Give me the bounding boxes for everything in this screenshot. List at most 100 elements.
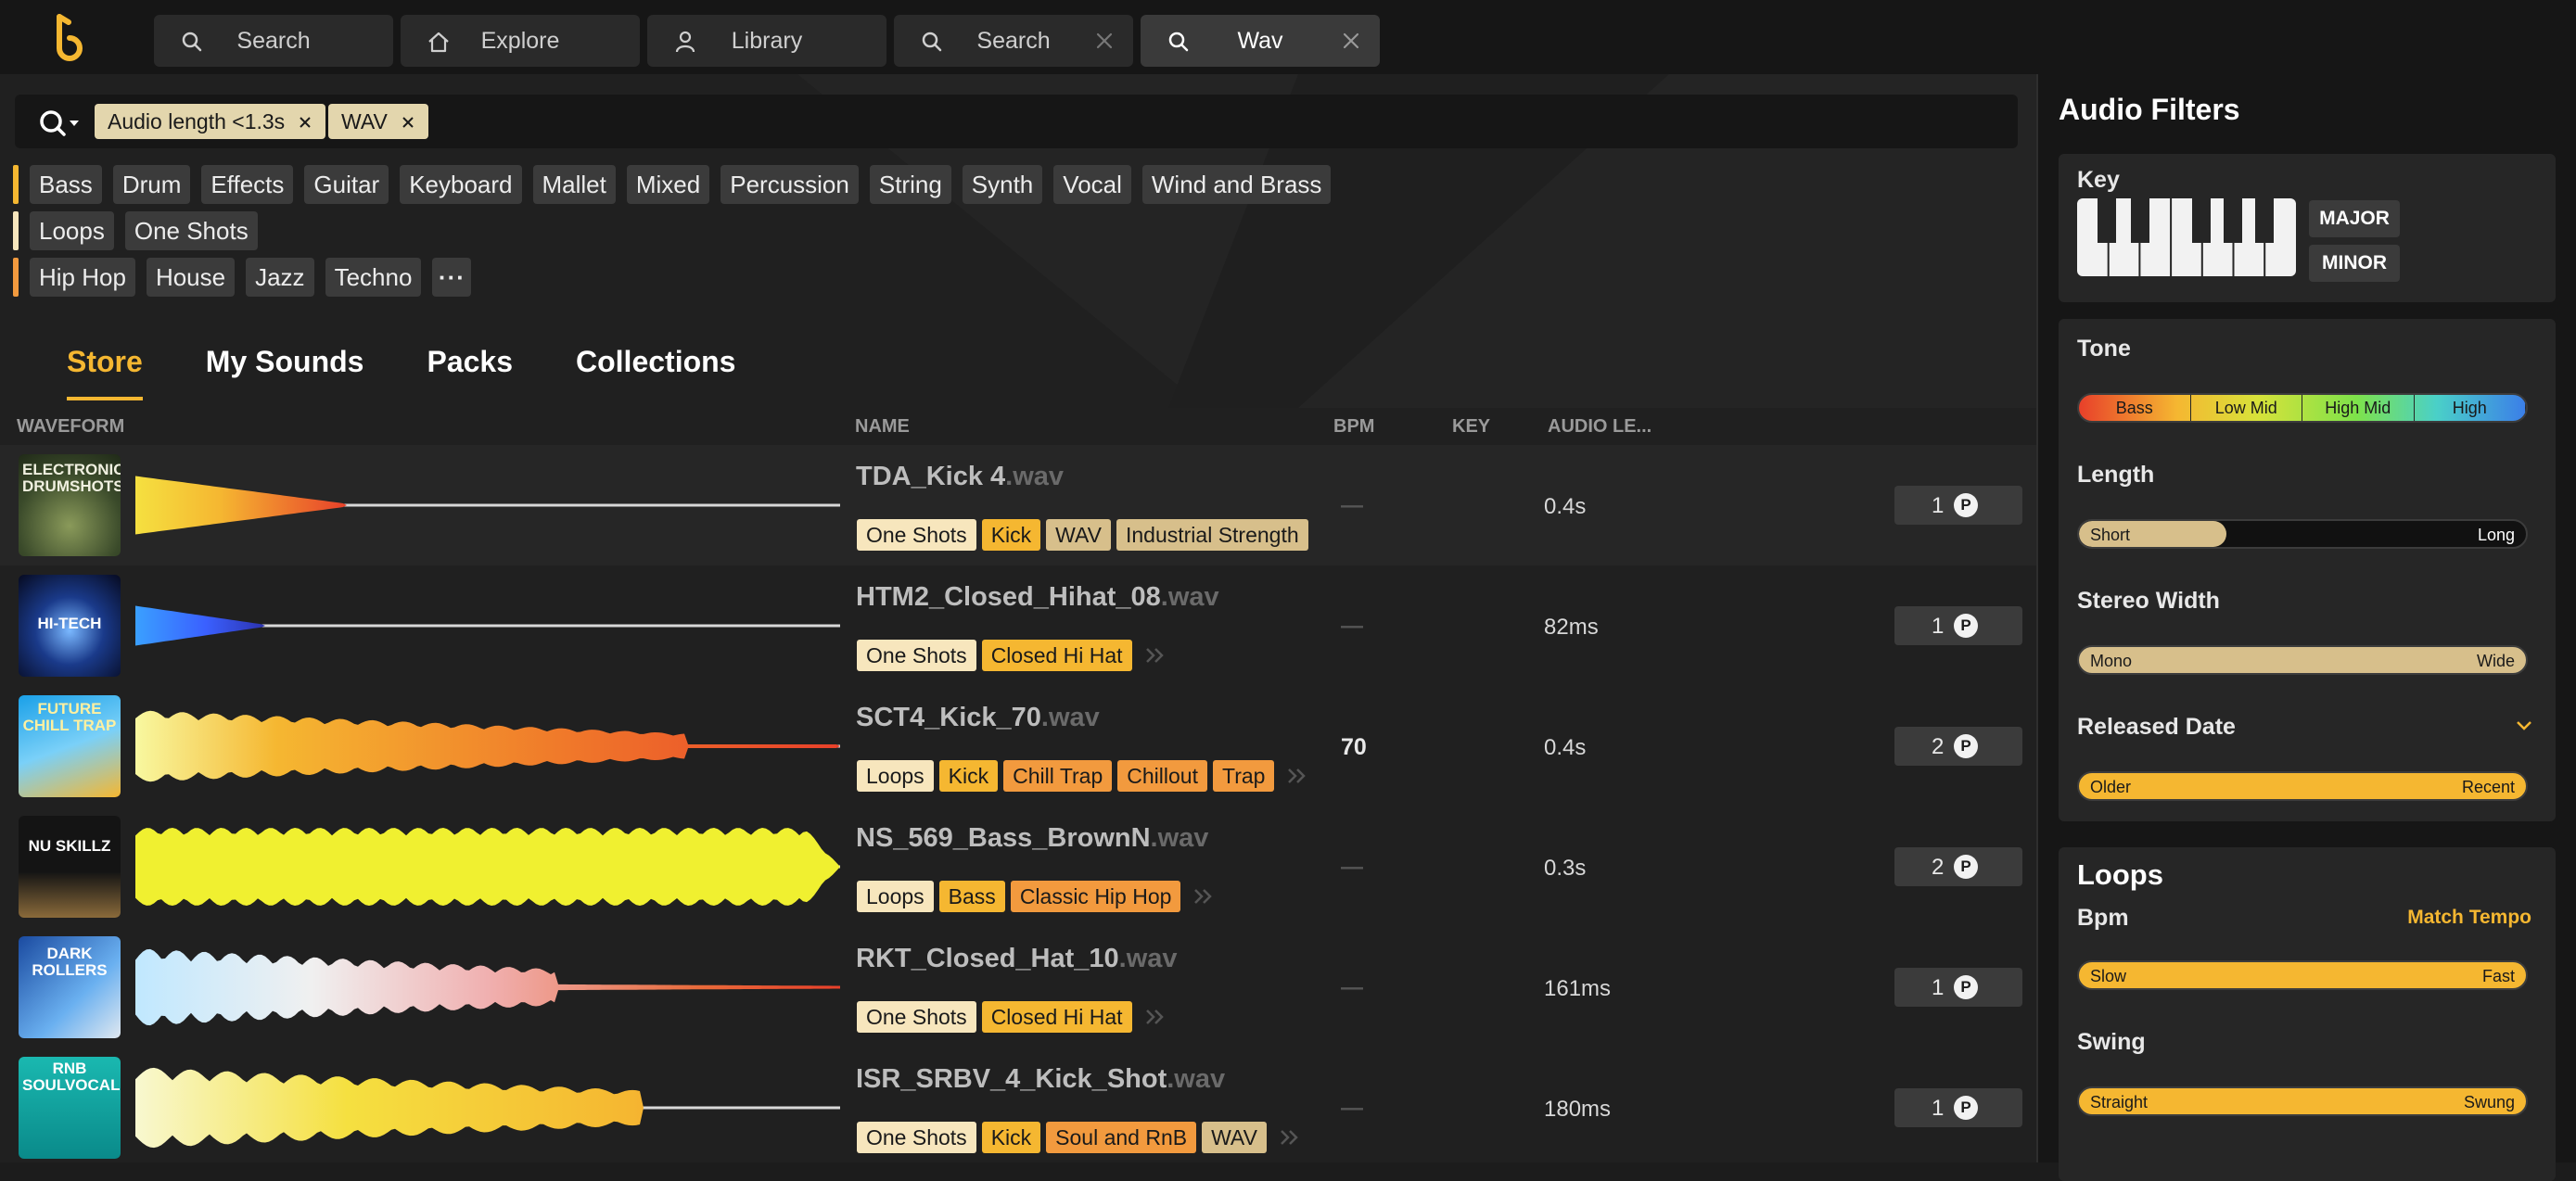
filter-tag-loops[interactable]: Loops: [30, 211, 114, 250]
tab-library[interactable]: Library: [647, 15, 886, 67]
search-dropdown-icon[interactable]: [37, 108, 83, 139]
sample-tag[interactable]: Loops: [857, 881, 934, 912]
tab-my-sounds[interactable]: My Sounds: [206, 345, 364, 400]
sample-name[interactable]: NS_569_Bass_BrownN.wav: [856, 823, 1208, 854]
sample-tag[interactable]: Soul and RnB: [1046, 1122, 1197, 1153]
sample-tag[interactable]: Kick: [981, 1122, 1041, 1153]
credits-button[interactable]: 1P: [1894, 486, 2022, 525]
sample-tag[interactable]: One Shots: [857, 1001, 976, 1033]
sample-tag[interactable]: Chillout: [1117, 760, 1207, 792]
sample-tag[interactable]: Bass: [938, 881, 1005, 912]
tab-search-1[interactable]: Search: [154, 15, 393, 67]
tab-collections[interactable]: Collections: [576, 345, 735, 400]
pack-cover-art[interactable]: FUTURE CHILL TRAP: [19, 695, 121, 797]
col-key[interactable]: KEY: [1452, 416, 1490, 438]
filter-tag-wind-and-brass[interactable]: Wind and Brass: [1141, 165, 1332, 204]
tab-packs[interactable]: Packs: [427, 345, 513, 400]
filter-tag-drum[interactable]: Drum: [112, 165, 191, 204]
match-tempo-button[interactable]: Match Tempo: [2407, 907, 2531, 929]
table-row[interactable]: HI-TECH HTM2_Closed_Hihat_08.wav One Shots…: [0, 565, 2036, 686]
remove-chip-icon[interactable]: [401, 115, 415, 130]
double-chevron-right-icon[interactable]: [1143, 1007, 1167, 1027]
credits-button[interactable]: 2P: [1894, 727, 2022, 766]
filter-tag-keyboard[interactable]: Keyboard: [400, 165, 522, 204]
sample-tag[interactable]: Closed Hi Hat: [981, 640, 1132, 671]
waveform[interactable]: [135, 700, 840, 793]
sample-tag[interactable]: WAV: [1046, 519, 1111, 551]
double-chevron-right-icon[interactable]: [1143, 645, 1167, 666]
app-logo-icon[interactable]: [46, 13, 93, 61]
filter-tag-synth[interactable]: Synth: [962, 165, 1043, 204]
sample-tag[interactable]: WAV: [1202, 1122, 1267, 1153]
tone-segment-bass[interactable]: Bass: [2079, 395, 2191, 421]
tone-slider[interactable]: Bass Low Mid High Mid High: [2077, 393, 2528, 423]
filter-tag-bass[interactable]: Bass: [30, 165, 102, 204]
tone-segment-low-mid[interactable]: Low Mid: [2191, 395, 2302, 421]
double-chevron-right-icon[interactable]: [1285, 766, 1309, 786]
double-chevron-right-icon[interactable]: [1192, 886, 1216, 907]
filter-tag-effects[interactable]: Effects: [201, 165, 294, 204]
tab-wav[interactable]: Wav: [1141, 15, 1380, 67]
table-row[interactable]: ELECTRONIC DRUMSHOTS TDA_Kick 4.wav One Sh…: [0, 445, 2036, 565]
waveform[interactable]: [135, 459, 840, 552]
filter-tag-mallet[interactable]: Mallet: [532, 165, 616, 204]
table-row[interactable]: RNB SOULVOCALS ISR_SRBV_4_Kick_Shot.wav On…: [0, 1048, 2036, 1162]
filter-tag-mixed[interactable]: Mixed: [626, 165, 710, 204]
sample-tag[interactable]: One Shots: [857, 1122, 976, 1153]
table-row[interactable]: FUTURE CHILL TRAP SCT4_Kick_70.wav Loops Ki…: [0, 686, 2036, 806]
search-bar[interactable]: Audio length <1.3s WAV: [15, 95, 2018, 148]
col-audio-length[interactable]: AUDIO LE...: [1548, 416, 1651, 438]
filter-tag-house[interactable]: House: [146, 258, 236, 297]
sample-tag[interactable]: Classic Hip Hop: [1010, 881, 1181, 912]
sample-tag[interactable]: Loops: [857, 760, 934, 792]
sample-tag[interactable]: Kick: [981, 519, 1041, 551]
chevron-down-icon[interactable]: [2515, 719, 2533, 732]
filter-tag-percussion[interactable]: Percussion: [721, 165, 859, 204]
sample-name[interactable]: ISR_SRBV_4_Kick_Shot.wav: [856, 1064, 1225, 1095]
waveform[interactable]: [135, 941, 840, 1034]
swing-slider[interactable]: Straight Swung: [2077, 1086, 2528, 1116]
tab-search-2[interactable]: Search: [894, 15, 1133, 67]
remove-chip-icon[interactable]: [298, 115, 312, 130]
sample-tag[interactable]: Industrial Strength: [1116, 519, 1308, 551]
major-button[interactable]: MAJOR: [2309, 200, 2400, 237]
pack-cover-art[interactable]: RNB SOULVOCALS: [19, 1057, 121, 1159]
credits-button[interactable]: 1P: [1894, 968, 2022, 1007]
close-icon[interactable]: [1341, 31, 1361, 51]
filter-tag-one-shots[interactable]: One Shots: [124, 211, 258, 250]
sample-tag[interactable]: Chill Trap: [1003, 760, 1113, 792]
tab-explore[interactable]: Explore: [401, 15, 640, 67]
credits-button[interactable]: 2P: [1894, 847, 2022, 886]
sample-name[interactable]: SCT4_Kick_70.wav: [856, 703, 1100, 733]
sample-name[interactable]: HTM2_Closed_Hihat_08.wav: [856, 582, 1219, 613]
filter-tag-techno[interactable]: Techno: [325, 258, 422, 297]
filter-tag-guitar[interactable]: Guitar: [304, 165, 389, 204]
double-chevron-right-icon[interactable]: [1278, 1127, 1302, 1148]
sample-tag[interactable]: One Shots: [857, 519, 976, 551]
credits-button[interactable]: 1P: [1894, 1088, 2022, 1127]
tone-segment-high[interactable]: High: [2415, 395, 2526, 421]
filter-tag-string[interactable]: String: [869, 165, 951, 204]
sample-tag[interactable]: Kick: [938, 760, 999, 792]
stereo-width-slider[interactable]: Mono Wide: [2077, 645, 2528, 675]
waveform[interactable]: [135, 1061, 840, 1154]
bpm-slider[interactable]: Slow Fast: [2077, 960, 2528, 990]
close-icon[interactable]: [1094, 31, 1115, 51]
tone-segment-high-mid[interactable]: High Mid: [2302, 395, 2415, 421]
length-slider[interactable]: Short Long: [2077, 519, 2528, 549]
sample-tag[interactable]: One Shots: [857, 640, 976, 671]
pack-cover-art[interactable]: NU SKILLZ: [19, 816, 121, 918]
table-row[interactable]: DARK ROLLERS RKT_Closed_Hat_10.wav One Sho…: [0, 927, 2036, 1048]
piano-keys-icon[interactable]: [2077, 198, 2296, 276]
filter-chip-audio-length[interactable]: Audio length <1.3s: [95, 104, 326, 139]
credits-button[interactable]: 1P: [1894, 606, 2022, 645]
more-options-button[interactable]: ···: [432, 258, 472, 297]
col-bpm[interactable]: BPM: [1333, 416, 1374, 438]
col-waveform[interactable]: WAVEFORM: [17, 416, 124, 438]
sample-tag[interactable]: Closed Hi Hat: [981, 1001, 1132, 1033]
pack-cover-art[interactable]: HI-TECH: [19, 575, 121, 677]
col-name[interactable]: NAME: [855, 416, 910, 438]
waveform[interactable]: [135, 579, 840, 672]
pack-cover-art[interactable]: ELECTRONIC DRUMSHOTS: [19, 454, 121, 556]
filter-chip-wav[interactable]: WAV: [328, 104, 428, 139]
